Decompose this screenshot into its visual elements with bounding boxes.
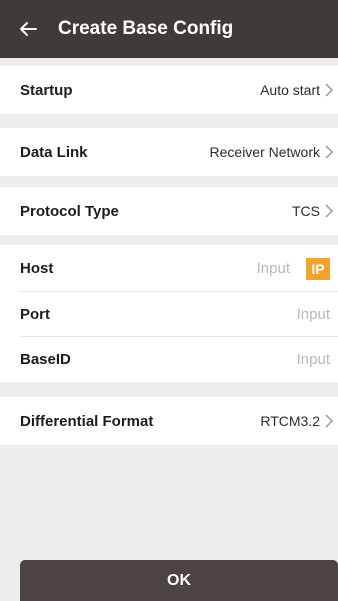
host-input[interactable]: Input (257, 260, 290, 277)
base-id-label: BaseID (20, 351, 71, 368)
startup-label: Startup (20, 81, 73, 99)
differential-format-label: Differential Format (20, 412, 154, 430)
back-arrow-icon[interactable] (16, 17, 40, 41)
port-label: Port (20, 306, 50, 323)
port-input[interactable]: Input (297, 306, 330, 323)
base-id-row: BaseID Input (0, 337, 338, 382)
ip-button[interactable]: IP (306, 257, 330, 280)
base-id-input[interactable]: Input (297, 351, 330, 368)
protocol-type-value: TCS (292, 203, 320, 219)
port-row: Port Input (0, 292, 338, 337)
page-title: Create Base Config (58, 18, 234, 39)
chevron-right-icon (325, 83, 334, 97)
ok-button[interactable]: OK (20, 560, 338, 601)
data-link-label: Data Link (20, 143, 88, 161)
differential-format-value: RTCM3.2 (260, 413, 320, 429)
chevron-right-icon (325, 145, 334, 159)
data-link-value: Receiver Network (209, 144, 320, 160)
data-link-row[interactable]: Data Link Receiver Network (0, 128, 338, 176)
chevron-right-icon (325, 204, 334, 218)
startup-row[interactable]: Startup Auto start (0, 66, 338, 114)
app-header: Create Base Config (0, 0, 338, 58)
host-row: Host Input IP (0, 245, 338, 292)
protocol-type-row[interactable]: Protocol Type TCS (0, 187, 338, 235)
differential-format-row[interactable]: Differential Format RTCM3.2 (0, 397, 338, 445)
startup-value: Auto start (260, 82, 320, 98)
protocol-type-label: Protocol Type (20, 202, 119, 220)
chevron-right-icon (325, 414, 334, 428)
host-label: Host (20, 260, 54, 277)
